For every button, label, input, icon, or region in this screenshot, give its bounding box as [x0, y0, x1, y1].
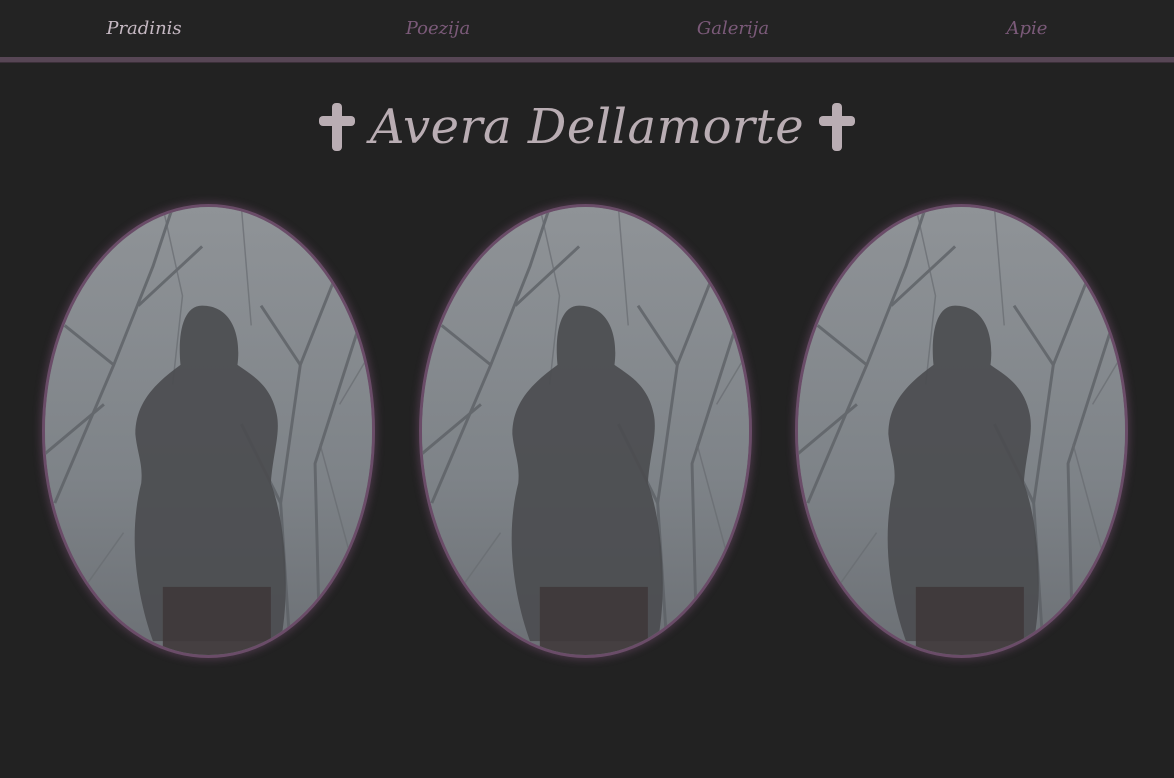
top-navigation: Pradinis Poezija Galerija Apie — [0, 0, 1174, 62]
nav-item-poezija[interactable]: Poezija — [406, 18, 470, 39]
nav-item-galerija[interactable]: Galerija — [697, 18, 769, 39]
oval-photo — [42, 204, 375, 658]
cross-icon — [819, 103, 856, 151]
page-title: Avera Dellamorte — [369, 99, 805, 155]
oval-photo — [419, 204, 752, 658]
hooded-figure-photo — [45, 207, 372, 655]
nav-item-apie[interactable]: Apie — [1007, 18, 1048, 39]
site-title: Avera Dellamorte — [0, 92, 1174, 162]
nav-item-pradinis[interactable]: Pradinis — [106, 18, 181, 39]
cross-icon — [318, 103, 355, 151]
hooded-figure-photo — [798, 207, 1125, 655]
oval-photo — [795, 204, 1128, 658]
hooded-figure-photo — [422, 207, 749, 655]
